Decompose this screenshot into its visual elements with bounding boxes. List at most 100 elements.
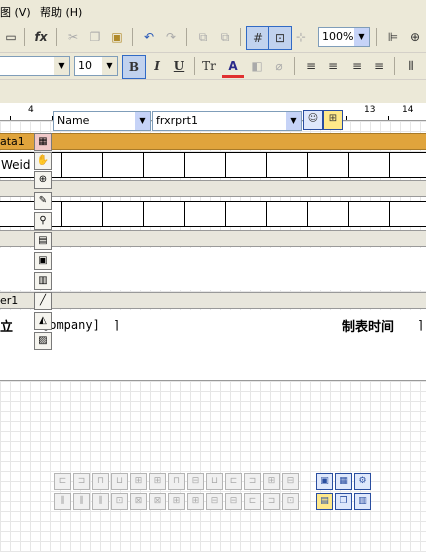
split-icon[interactable]: ⊠ — [149, 493, 166, 510]
data-cell[interactable] — [266, 152, 308, 178]
text-align-right-icon[interactable]: ≡ — [346, 55, 368, 77]
paste-icon[interactable]: ▣ — [106, 26, 128, 48]
open-icon[interactable]: ▭ — [0, 26, 22, 48]
center-h-icon[interactable]: ⊞ — [130, 473, 147, 490]
settings-icon[interactable]: ⚙ — [354, 473, 371, 490]
group-icon[interactable]: ⧉ — [192, 26, 214, 48]
split-icon[interactable]: ⊠ — [130, 493, 147, 510]
font-name-select[interactable]: ▼ — [0, 56, 70, 76]
space-v-icon[interactable]: ⊟ — [282, 473, 299, 490]
band-header-3[interactable] — [0, 230, 426, 247]
bars-icon[interactable]: ⫼ — [73, 493, 90, 510]
data-cell[interactable] — [143, 201, 185, 227]
align-bottom-icon[interactable]: ⊔ — [206, 473, 223, 490]
user-icon[interactable]: ☺ — [303, 110, 323, 130]
fit-grid-icon[interactable]: ⊡ — [268, 26, 292, 50]
undo-icon[interactable]: ↶ — [138, 26, 160, 48]
fx-icon[interactable]: fx — [30, 26, 52, 48]
underline-button[interactable]: U — [168, 55, 190, 77]
property-name-combo[interactable]: Name ▼ — [53, 111, 151, 131]
zoom-select[interactable]: 100% ▼ — [318, 27, 370, 47]
ungroup-icon[interactable]: ⧉ — [214, 26, 236, 48]
edit-text-icon[interactable]: ✎ — [34, 192, 52, 210]
frame-icon[interactable]: ⊡ — [111, 493, 128, 510]
text-object-icon[interactable]: ▤ — [34, 232, 52, 250]
fill-color-icon[interactable]: ◧ — [246, 55, 268, 77]
chevron-down-icon[interactable]: ▼ — [135, 112, 150, 130]
align-left-icon[interactable]: ⊏ — [54, 473, 71, 490]
text-align-center-icon[interactable]: ≡ — [322, 55, 344, 77]
menu-view[interactable]: 图 (V) — [0, 4, 31, 20]
lock-icon[interactable]: ▣ — [316, 473, 333, 490]
data-cell[interactable]: Weid — [0, 152, 62, 178]
zoom-icon[interactable]: ⊕ — [34, 171, 52, 189]
resize-icon[interactable]: ⊐ — [263, 493, 280, 510]
align-center-icon[interactable]: ⊕ — [404, 26, 426, 48]
report-time-label[interactable]: 制表时间 — [342, 316, 394, 335]
highlight-button[interactable]: Tr — [198, 55, 220, 77]
data-cell[interactable] — [102, 201, 144, 227]
picture-icon[interactable]: ▣ — [34, 252, 52, 270]
data-cell[interactable] — [102, 152, 144, 178]
bold-button[interactable]: B — [122, 55, 146, 79]
resize-icon[interactable]: ⊟ — [206, 493, 223, 510]
align-left-icon[interactable]: ⊫ — [382, 26, 404, 48]
data-cell[interactable] — [266, 201, 308, 227]
data-cell[interactable] — [307, 152, 349, 178]
data-cell[interactable] — [143, 152, 185, 178]
report-icon[interactable]: ▥ — [354, 493, 371, 510]
data-cell[interactable] — [348, 201, 390, 227]
data-cell[interactable] — [184, 152, 226, 178]
footer-band-header[interactable]: er1 — [0, 292, 426, 309]
select-icon[interactable]: ▦ — [34, 133, 52, 151]
grid-table-icon[interactable]: ▦ — [335, 473, 352, 490]
center-v-icon[interactable]: ⊞ — [149, 473, 166, 490]
copy-page-icon[interactable]: ❐ — [335, 493, 352, 510]
frame-icon[interactable]: ⌀ — [268, 55, 290, 77]
line-icon[interactable]: ╱ — [34, 292, 52, 310]
same-height-icon[interactable]: ⊏ — [225, 473, 242, 490]
chevron-down-icon[interactable]: ▼ — [54, 57, 69, 75]
align-top-icon[interactable]: ⊓ — [168, 473, 185, 490]
text-align-left-icon[interactable]: ≡ — [300, 55, 322, 77]
report-canvas[interactable]: ata1 Weid er1 立 [ompany] ⌉ 制表时间 ⌉ ⊏ ⊐ ⊓ … — [0, 121, 426, 552]
resize-icon[interactable]: ⊡ — [282, 493, 299, 510]
bars-icon[interactable]: ⫼ — [54, 493, 71, 510]
italic-button[interactable]: I — [146, 55, 168, 77]
data-cell[interactable] — [389, 152, 426, 178]
insert-icon[interactable]: ⊞ — [323, 110, 343, 130]
menu-help[interactable]: 帮助 (H) — [40, 4, 82, 20]
cut-icon[interactable]: ✂ — [62, 26, 84, 48]
data-cell[interactable] — [0, 201, 62, 227]
footer-left-text[interactable]: 立 — [0, 316, 13, 335]
object-select-combo[interactable]: frxrprt1 ▼ — [152, 111, 302, 131]
align-right-icon[interactable]: ⊓ — [92, 473, 109, 490]
same-width-icon[interactable]: ⊐ — [244, 473, 261, 490]
page-settings-icon[interactable]: ▤ — [316, 493, 333, 510]
chevron-down-icon[interactable]: ▼ — [102, 57, 117, 75]
data-cell[interactable] — [184, 201, 226, 227]
hand-icon[interactable]: ✋ — [34, 152, 52, 170]
copy-icon[interactable]: ❐ — [84, 26, 106, 48]
chevron-down-icon[interactable]: ▼ — [354, 28, 369, 46]
resize-icon[interactable]: ⊟ — [225, 493, 242, 510]
data-cell[interactable] — [61, 152, 103, 178]
align-width-icon[interactable]: ⊔ — [111, 473, 128, 490]
align-middle-icon[interactable]: ⊟ — [187, 473, 204, 490]
resize-icon[interactable]: ⊞ — [187, 493, 204, 510]
data-cell[interactable] — [389, 201, 426, 227]
space-h-icon[interactable]: ⊞ — [263, 473, 280, 490]
data-cell[interactable] — [307, 201, 349, 227]
font-size-select[interactable]: 10 ▼ — [74, 56, 118, 76]
align-center-h-icon[interactable]: ⊐ — [73, 473, 90, 490]
resize-icon[interactable]: ⊏ — [244, 493, 261, 510]
font-color-button[interactable]: A — [222, 55, 244, 78]
resize-icon[interactable]: ⊞ — [168, 493, 185, 510]
chart-icon[interactable]: ▨ — [34, 332, 52, 350]
shape-icon[interactable]: ◭ — [34, 312, 52, 330]
data-cell[interactable] — [225, 152, 267, 178]
data-cell[interactable] — [61, 201, 103, 227]
chevron-down-icon[interactable]: ▼ — [286, 112, 301, 130]
grid-icon[interactable]: # — [246, 26, 270, 50]
subreport-icon[interactable]: ▥ — [34, 272, 52, 290]
